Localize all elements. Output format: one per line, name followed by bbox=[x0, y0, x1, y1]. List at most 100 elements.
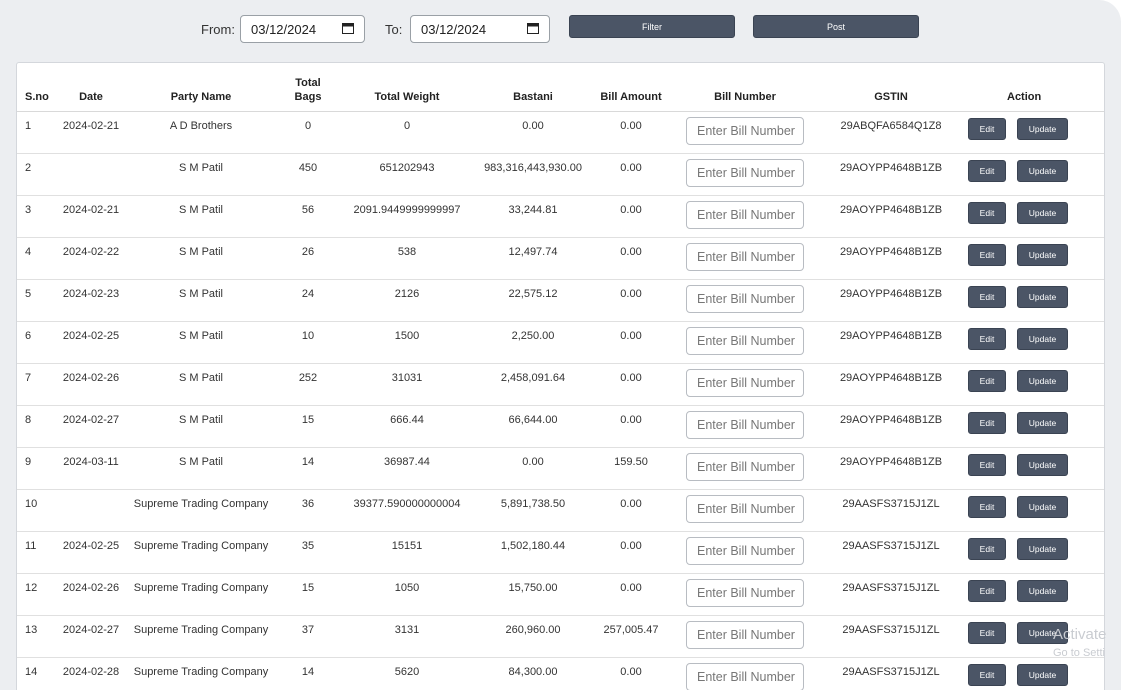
update-button[interactable]: Update bbox=[1017, 496, 1068, 518]
update-button[interactable]: Update bbox=[1017, 454, 1068, 476]
cell-action: Edit Update bbox=[965, 237, 1104, 280]
cell-sno: 12 bbox=[17, 573, 59, 616]
cell-bastani: 33,244.81 bbox=[477, 195, 589, 238]
cell-gstin: 29AOYPP4648B1ZB bbox=[817, 237, 965, 280]
edit-button[interactable]: Edit bbox=[968, 538, 1006, 560]
edit-button[interactable]: Edit bbox=[968, 118, 1006, 140]
update-button[interactable]: Update bbox=[1017, 538, 1068, 560]
edit-button[interactable]: Edit bbox=[968, 622, 1006, 644]
cell-sno: 2 bbox=[17, 153, 59, 196]
cell-party-name: S M Patil bbox=[123, 363, 279, 406]
cell-bill-amount: 0.00 bbox=[589, 363, 673, 406]
header-date: Date bbox=[59, 63, 123, 112]
cell-date: 2024-03-11 bbox=[59, 447, 123, 490]
table-row: 9 2024-03-11 S M Patil 14 36987.44 0.00 159.50… bbox=[17, 447, 1104, 490]
cell-gstin: 29AOYPP4648B1ZB bbox=[817, 195, 965, 238]
header-bill-number: Bill Number bbox=[673, 63, 817, 112]
calendar-icon[interactable] bbox=[527, 22, 539, 34]
cell-gstin: 29AOYPP4648B1ZB bbox=[817, 279, 965, 322]
watermark-line2: Go to Setti bbox=[1053, 647, 1105, 659]
cell-bill-number: Enter Bill Number bbox=[673, 489, 817, 532]
cell-bill-number: Enter Bill Number bbox=[673, 363, 817, 406]
edit-button[interactable]: Edit bbox=[968, 160, 1006, 182]
update-button[interactable]: Update bbox=[1017, 202, 1068, 224]
cell-party-name: A D Brothers bbox=[123, 111, 279, 154]
bill-number-input[interactable]: Enter Bill Number bbox=[686, 201, 804, 229]
edit-button[interactable]: Edit bbox=[968, 664, 1006, 686]
action-buttons: Edit Update bbox=[967, 580, 1102, 602]
cell-bastani: 84,300.00 bbox=[477, 657, 589, 690]
to-date-input[interactable]: 03/12/2024 bbox=[410, 15, 550, 43]
update-button[interactable]: Update bbox=[1017, 580, 1068, 602]
cell-sno: 9 bbox=[17, 447, 59, 490]
table-row: 8 2024-02-27 S M Patil 15 666.44 66,644.00 0.0… bbox=[17, 405, 1104, 448]
cell-gstin: 29AOYPP4648B1ZB bbox=[817, 405, 965, 448]
edit-button[interactable]: Edit bbox=[968, 328, 1006, 350]
from-label: From: bbox=[201, 22, 235, 37]
cell-sno: 4 bbox=[17, 237, 59, 280]
watermark-line1: Activate bbox=[1053, 626, 1107, 643]
update-button[interactable]: Update bbox=[1017, 370, 1068, 392]
cell-date: 2024-02-21 bbox=[59, 195, 123, 238]
edit-button[interactable]: Edit bbox=[968, 412, 1006, 434]
edit-button[interactable]: Edit bbox=[968, 580, 1006, 602]
cell-bill-amount: 0.00 bbox=[589, 321, 673, 364]
cell-total-bags: 15 bbox=[279, 573, 337, 616]
bill-number-input[interactable]: Enter Bill Number bbox=[686, 579, 804, 607]
cell-gstin: 29AOYPP4648B1ZB bbox=[817, 363, 965, 406]
cell-sno: 6 bbox=[17, 321, 59, 364]
bill-number-input[interactable]: Enter Bill Number bbox=[686, 495, 804, 523]
bill-number-input[interactable]: Enter Bill Number bbox=[686, 411, 804, 439]
edit-button[interactable]: Edit bbox=[968, 496, 1006, 518]
edit-button[interactable]: Edit bbox=[968, 370, 1006, 392]
update-button[interactable]: Update bbox=[1017, 286, 1068, 308]
update-button[interactable]: Update bbox=[1017, 328, 1068, 350]
cell-total-bags: 56 bbox=[279, 195, 337, 238]
cell-bill-amount: 0.00 bbox=[589, 111, 673, 154]
update-button[interactable]: Update bbox=[1017, 244, 1068, 266]
bill-number-input[interactable]: Enter Bill Number bbox=[686, 243, 804, 271]
bill-number-input[interactable]: Enter Bill Number bbox=[686, 285, 804, 313]
table-row: 6 2024-02-25 S M Patil 10 1500 2,250.00 0.00 En… bbox=[17, 321, 1104, 364]
from-date-input[interactable]: 03/12/2024 bbox=[240, 15, 365, 43]
action-buttons: Edit Update bbox=[967, 538, 1102, 560]
cell-total-weight: 1500 bbox=[337, 321, 477, 364]
cell-sno: 8 bbox=[17, 405, 59, 448]
bill-number-input[interactable]: Enter Bill Number bbox=[686, 621, 804, 649]
cell-total-bags: 252 bbox=[279, 363, 337, 406]
edit-button[interactable]: Edit bbox=[968, 286, 1006, 308]
edit-button[interactable]: Edit bbox=[968, 244, 1006, 266]
cell-bastani: 15,750.00 bbox=[477, 573, 589, 616]
cell-bill-amount: 0.00 bbox=[589, 489, 673, 532]
bill-number-input[interactable]: Enter Bill Number bbox=[686, 453, 804, 481]
from-date-value: 03/12/2024 bbox=[251, 22, 317, 37]
filter-button[interactable]: Filter bbox=[569, 15, 735, 38]
cell-bill-amount: 0.00 bbox=[589, 237, 673, 280]
cell-bill-number: Enter Bill Number bbox=[673, 447, 817, 490]
update-button[interactable]: Update bbox=[1017, 412, 1068, 434]
bill-number-input[interactable]: Enter Bill Number bbox=[686, 537, 804, 565]
cell-total-bags: 24 bbox=[279, 279, 337, 322]
cell-total-weight: 651202943 bbox=[337, 153, 477, 196]
update-button[interactable]: Update bbox=[1017, 118, 1068, 140]
bill-number-input[interactable]: Enter Bill Number bbox=[686, 159, 804, 187]
cell-action: Edit Update bbox=[965, 279, 1104, 322]
edit-button[interactable]: Edit bbox=[968, 202, 1006, 224]
cell-sno: 3 bbox=[17, 195, 59, 238]
cell-total-bags: 450 bbox=[279, 153, 337, 196]
bills-table: S.no Date Party Name Total Bags Total We… bbox=[17, 63, 1104, 690]
cell-action: Edit Update bbox=[965, 363, 1104, 406]
bill-number-input[interactable]: Enter Bill Number bbox=[686, 117, 804, 145]
bill-number-input[interactable]: Enter Bill Number bbox=[686, 369, 804, 397]
cell-date: 2024-02-28 bbox=[59, 657, 123, 690]
cell-total-weight: 5620 bbox=[337, 657, 477, 690]
post-button[interactable]: Post bbox=[753, 15, 919, 38]
cell-sno: 11 bbox=[17, 531, 59, 574]
bill-number-input[interactable]: Enter Bill Number bbox=[686, 663, 804, 690]
calendar-icon[interactable] bbox=[342, 22, 354, 34]
update-button[interactable]: Update bbox=[1017, 664, 1068, 686]
bill-number-input[interactable]: Enter Bill Number bbox=[686, 327, 804, 355]
update-button[interactable]: Update bbox=[1017, 160, 1068, 182]
edit-button[interactable]: Edit bbox=[968, 454, 1006, 476]
action-buttons: Edit Update bbox=[967, 328, 1102, 350]
